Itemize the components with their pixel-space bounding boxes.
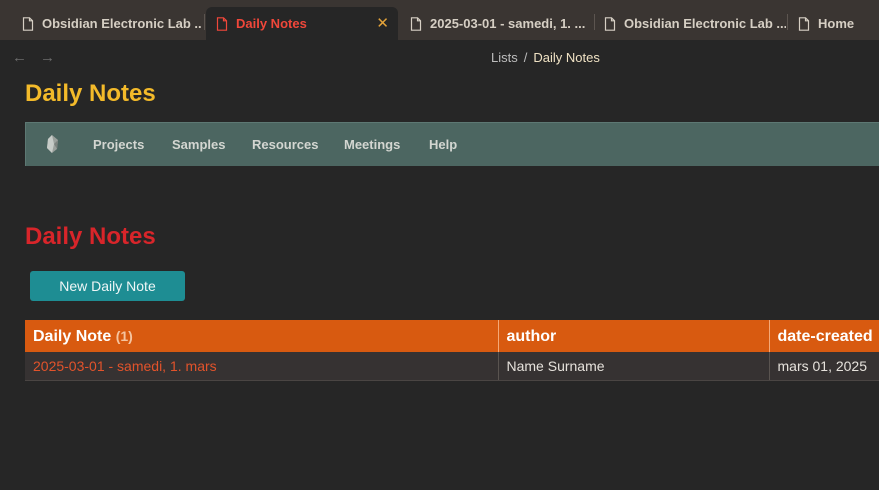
breadcrumb-current: Daily Notes bbox=[533, 50, 600, 65]
table-header-row: Daily Note (1) author date-created bbox=[25, 320, 879, 352]
column-header-daily-note[interactable]: Daily Note (1) bbox=[25, 320, 499, 352]
file-icon bbox=[604, 16, 616, 31]
note-link[interactable]: 2025-03-01 - samedi, 1. mars bbox=[25, 352, 499, 381]
column-header-label: author bbox=[506, 327, 557, 345]
breadcrumb-parent[interactable]: Lists bbox=[491, 50, 518, 65]
tab-label: Daily Notes bbox=[236, 16, 307, 31]
author-cell: Name Surname bbox=[498, 352, 770, 381]
page-title: Daily Notes bbox=[25, 80, 156, 107]
tab-label: Home bbox=[818, 16, 855, 31]
date-created-cell: mars 01, 2025 bbox=[769, 352, 879, 381]
tab-separator bbox=[204, 14, 205, 30]
arrow-left-icon[interactable]: ← bbox=[12, 49, 27, 66]
menu-item-projects[interactable]: Projects bbox=[93, 137, 144, 152]
column-header-label: date-created bbox=[777, 327, 873, 345]
tab-bar: Obsidian Electronic Lab ... Daily Notes … bbox=[0, 0, 879, 40]
daily-notes-table: Daily Note (1) author date-created 2025-… bbox=[25, 320, 879, 381]
menu-item-resources[interactable]: Resources bbox=[252, 137, 318, 152]
new-daily-note-button[interactable]: New Daily Note bbox=[30, 271, 185, 301]
column-header-label: Daily Note bbox=[33, 327, 112, 345]
file-icon bbox=[410, 16, 422, 31]
menu-item-samples[interactable]: Samples bbox=[172, 137, 225, 152]
tab-obsidian-lab-2[interactable]: Obsidian Electronic Lab ... bbox=[594, 7, 786, 40]
obsidian-logo-icon[interactable] bbox=[43, 134, 61, 154]
menu-item-meetings[interactable]: Meetings bbox=[344, 137, 400, 152]
breadcrumb-separator: / bbox=[523, 50, 528, 65]
file-icon bbox=[22, 16, 34, 31]
tab-obsidian-lab-1[interactable]: Obsidian Electronic Lab ... bbox=[12, 7, 202, 40]
tab-home[interactable]: Home bbox=[788, 7, 879, 40]
column-header-date-created[interactable]: date-created bbox=[769, 320, 879, 352]
tab-label: Obsidian Electronic Lab ... bbox=[42, 16, 202, 31]
result-count: (1) bbox=[115, 327, 133, 344]
file-icon bbox=[798, 16, 810, 31]
tab-label: Obsidian Electronic Lab ... bbox=[624, 16, 786, 31]
table-row: 2025-03-01 - samedi, 1. mars Name Surnam… bbox=[25, 352, 879, 381]
column-header-author[interactable]: author bbox=[498, 320, 770, 352]
tab-2025-03-01[interactable]: 2025-03-01 - samedi, 1. ... bbox=[400, 7, 592, 40]
file-icon bbox=[216, 16, 228, 31]
tab-label: 2025-03-01 - samedi, 1. ... bbox=[430, 16, 586, 31]
tab-daily-notes[interactable]: Daily Notes ✕ bbox=[206, 7, 398, 40]
section-title: Daily Notes bbox=[25, 223, 156, 250]
arrow-right-icon[interactable]: → bbox=[40, 49, 55, 66]
menu-item-help[interactable]: Help bbox=[429, 137, 457, 152]
breadcrumb: Lists / Daily Notes bbox=[491, 50, 600, 65]
close-icon[interactable]: ✕ bbox=[376, 14, 389, 32]
menu-bar: Projects Samples Resources Meetings Help bbox=[25, 122, 879, 166]
